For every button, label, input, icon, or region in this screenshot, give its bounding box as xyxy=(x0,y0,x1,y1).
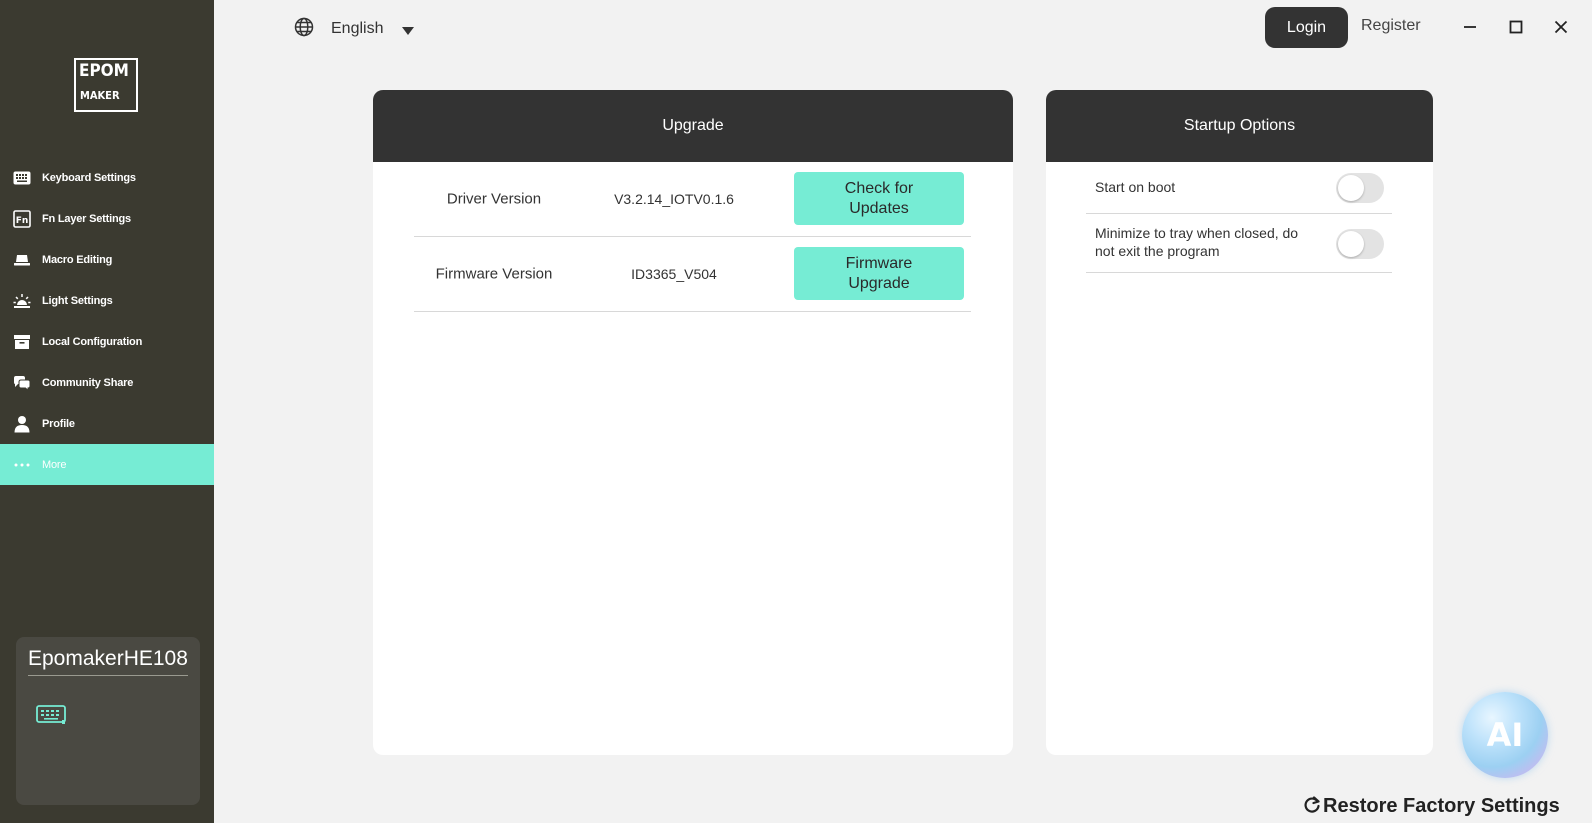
chat-icon xyxy=(13,374,31,392)
sidebar-item-label: Macro Editing xyxy=(42,253,113,266)
firmware-version-label: Firmware Version xyxy=(435,265,553,283)
minimize-to-tray-row: Minimize to tray when closed, do not exi… xyxy=(1086,214,1392,273)
language-label: English xyxy=(331,20,384,37)
register-button[interactable]: Register xyxy=(1361,17,1421,35)
sidebar-item-label: More xyxy=(42,458,67,471)
upgrade-panel: Upgrade Driver Version V3.2.14_IOTV0.1.6… xyxy=(373,90,1013,755)
driver-version-row: Driver Version V3.2.14_IOTV0.1.6 Check f… xyxy=(414,162,971,237)
macro-icon xyxy=(13,251,31,269)
sidebar-item-profile[interactable]: Profile xyxy=(0,403,214,444)
keyboard-icon xyxy=(13,169,31,187)
sidebar-item-label: Profile xyxy=(42,417,75,430)
sidebar-item-fn-layer-settings[interactable]: Fn Fn Layer Settings xyxy=(0,198,214,239)
keyboard-icon xyxy=(36,705,66,729)
sidebar-item-label: Keyboard Settings xyxy=(42,171,136,184)
sidebar-item-macro-editing[interactable]: Macro Editing xyxy=(0,239,214,280)
language-selector[interactable]: English xyxy=(294,17,415,41)
firmware-upgrade-button[interactable]: Firmware Upgrade xyxy=(794,247,964,300)
archive-icon xyxy=(13,333,31,351)
close-button[interactable] xyxy=(1547,14,1575,42)
firmware-version-row: Firmware Version ID3365_V504 Firmware Up… xyxy=(414,237,971,312)
device-name: EpomakerHE108 xyxy=(28,647,188,676)
sidebar: EPOM MAKER Keyboard Settings Fn Fn Layer… xyxy=(0,0,214,823)
caret-down-icon xyxy=(402,20,415,39)
minimize-to-tray-toggle[interactable] xyxy=(1336,229,1384,259)
sidebar-item-label: Light Settings xyxy=(42,294,113,307)
startup-options-title: Startup Options xyxy=(1046,90,1433,162)
sidebar-item-light-settings[interactable]: Light Settings xyxy=(0,280,214,321)
restore-factory-settings-button[interactable]: Restore Factory Settings xyxy=(1303,795,1560,818)
sidebar-item-keyboard-settings[interactable]: Keyboard Settings xyxy=(0,157,214,198)
toggle-knob xyxy=(1338,231,1364,257)
logo-text-line2: MAKER xyxy=(80,89,120,102)
maximize-button[interactable] xyxy=(1502,14,1530,42)
logo-text-line1: EPOM xyxy=(79,61,129,81)
sidebar-item-label: Community Share xyxy=(42,376,134,389)
driver-version-value: V3.2.14_IOTV0.1.6 xyxy=(614,191,734,207)
refresh-icon xyxy=(1303,795,1321,818)
start-on-boot-toggle[interactable] xyxy=(1336,173,1384,203)
fn-icon: Fn xyxy=(13,209,31,228)
sidebar-item-more[interactable]: More xyxy=(0,444,214,485)
startup-options-panel: Startup Options Start on boot Minimize t… xyxy=(1046,90,1433,755)
ai-assistant-label: AI xyxy=(1486,716,1524,754)
close-icon xyxy=(1554,19,1568,38)
sidebar-item-community-share[interactable]: Community Share xyxy=(0,362,214,403)
check-for-updates-button[interactable]: Check for Updates xyxy=(794,172,964,225)
sidebar-nav: Keyboard Settings Fn Fn Layer Settings M… xyxy=(0,157,214,485)
light-icon xyxy=(13,292,31,310)
user-icon xyxy=(13,415,31,433)
minimize-icon xyxy=(1463,19,1477,38)
svg-text:Fn: Fn xyxy=(16,216,29,226)
start-on-boot-label: Start on boot xyxy=(1095,179,1176,195)
sidebar-item-label: Fn Layer Settings xyxy=(42,212,131,225)
firmware-version-value: ID3365_V504 xyxy=(631,266,717,282)
sidebar-item-local-configuration[interactable]: Local Configuration xyxy=(0,321,214,362)
restore-factory-settings-label: Restore Factory Settings xyxy=(1323,795,1560,817)
driver-version-label: Driver Version xyxy=(446,190,542,208)
start-on-boot-row: Start on boot xyxy=(1086,162,1392,214)
globe-icon xyxy=(294,17,314,41)
ai-assistant-button[interactable]: AI xyxy=(1462,692,1548,778)
upgrade-panel-title: Upgrade xyxy=(373,90,1013,162)
maximize-icon xyxy=(1509,19,1523,38)
toggle-knob xyxy=(1338,175,1364,201)
device-card[interactable]: EpomakerHE108 xyxy=(16,637,200,805)
minimize-to-tray-label: Minimize to tray when closed, do not exi… xyxy=(1095,225,1299,260)
epomaker-logo: EPOM MAKER xyxy=(74,58,138,112)
more-dots-icon xyxy=(13,456,31,474)
minimize-button[interactable] xyxy=(1456,14,1484,42)
login-button[interactable]: Login xyxy=(1265,7,1348,48)
sidebar-item-label: Local Configuration xyxy=(42,335,143,348)
